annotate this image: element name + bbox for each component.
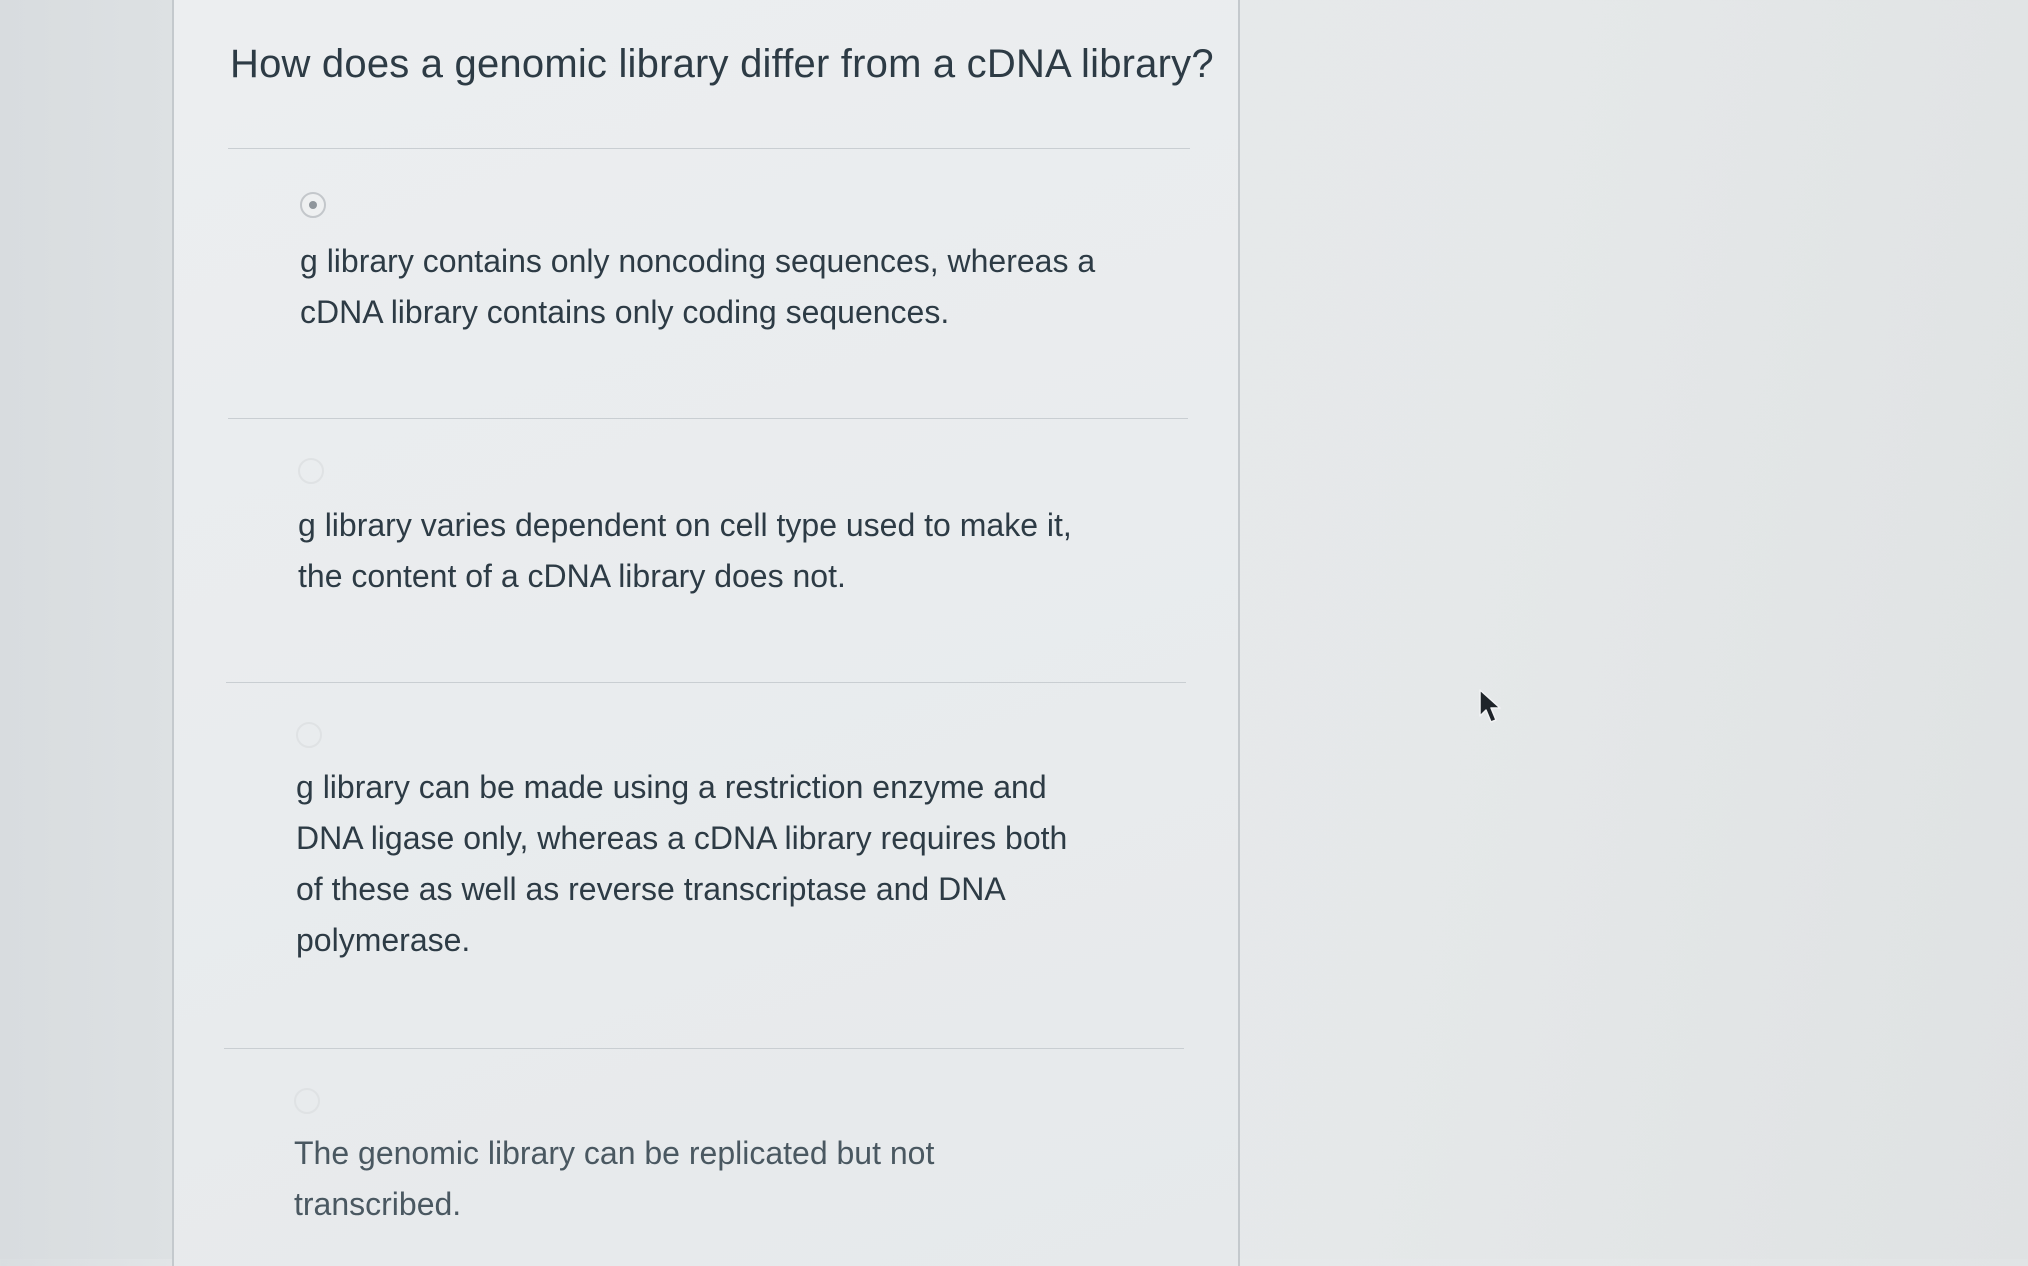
answer-4-text[interactable]: The genomic library can be replicated bu… — [294, 1128, 934, 1230]
answer-1-text[interactable]: g library contains only noncoding sequen… — [300, 236, 1095, 338]
answer-2-line-2: the content of a cDNA library does not. — [298, 558, 846, 594]
radio-selected-dot — [309, 201, 317, 209]
answer-2-line-1: g library varies dependent on cell type … — [298, 507, 1072, 543]
answer-1-radio[interactable] — [300, 192, 326, 218]
answer-divider-1 — [228, 418, 1188, 419]
answer-2-radio[interactable] — [298, 458, 324, 484]
answer-4-line-1: The genomic library can be replicated bu… — [294, 1135, 935, 1171]
answer-3-line-4: polymerase. — [296, 922, 471, 958]
answer-3-radio[interactable] — [296, 722, 322, 748]
question-divider — [228, 148, 1190, 149]
answer-divider-2 — [226, 682, 1186, 683]
question-text: How does a genomic library differ from a… — [230, 42, 1214, 86]
answer-4-radio[interactable] — [294, 1088, 320, 1114]
answer-1-line-1: g library contains only noncoding sequen… — [300, 243, 1096, 279]
answer-2-text[interactable]: g library varies dependent on cell type … — [298, 500, 1072, 602]
answer-3-line-3: of these as well as reverse transcriptas… — [296, 871, 1006, 907]
mouse-pointer-icon — [1479, 689, 1501, 723]
answer-4-line-2: transcribed. — [294, 1186, 462, 1222]
question-panel: How does a genomic library differ from a… — [172, 0, 1240, 1266]
answer-3-line-2: DNA ligase only, whereas a cDNA library … — [296, 820, 1068, 856]
answer-3-text[interactable]: g library can be made using a restrictio… — [296, 762, 1067, 966]
answer-3-line-1: g library can be made using a restrictio… — [296, 769, 1047, 805]
answer-1-line-2: cDNA library contains only coding sequen… — [300, 294, 950, 330]
answer-divider-3 — [224, 1048, 1184, 1049]
left-gutter — [0, 0, 172, 1259]
